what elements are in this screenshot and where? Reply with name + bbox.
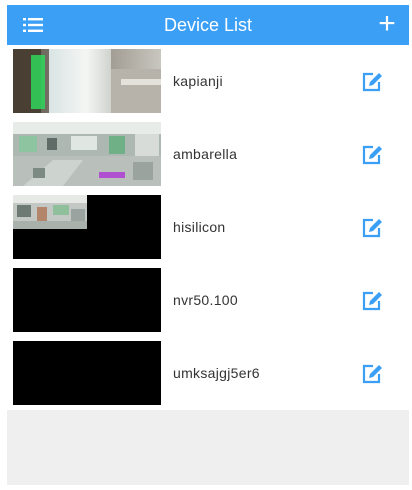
camera-preview-image: [13, 122, 161, 186]
device-thumbnail[interactable]: [13, 268, 161, 332]
edit-icon: [362, 218, 382, 238]
edit-button[interactable]: [361, 363, 383, 385]
device-row-nvr50-100[interactable]: nvr50.100: [7, 264, 409, 337]
device-thumbnail[interactable]: [13, 341, 161, 405]
edit-icon: [362, 291, 382, 311]
app-screen: Device List + kapianji ambarella hisilic…: [7, 5, 409, 485]
edit-button[interactable]: [361, 290, 383, 312]
device-row-kapianji[interactable]: kapianji: [7, 45, 409, 118]
device-thumbnail[interactable]: [13, 122, 161, 186]
device-name: nvr50.100: [173, 292, 238, 308]
edit-icon: [362, 145, 382, 165]
device-name: ambarella: [173, 146, 238, 162]
camera-preview-image: [13, 195, 161, 259]
add-device-button[interactable]: +: [367, 5, 407, 45]
edit-icon: [362, 72, 382, 92]
device-row-hisilicon[interactable]: hisilicon: [7, 191, 409, 264]
page-title: Device List: [163, 15, 253, 35]
edit-button[interactable]: [361, 71, 383, 93]
camera-preview-image: [13, 49, 161, 113]
edit-button[interactable]: [361, 217, 383, 239]
device-row-ambarella[interactable]: ambarella: [7, 118, 409, 191]
device-thumbnail[interactable]: [13, 49, 161, 113]
device-row-umksajgj5er6[interactable]: umksajgj5er6: [7, 337, 409, 410]
device-thumbnail[interactable]: [13, 195, 161, 259]
edit-icon: [362, 364, 382, 384]
device-name: kapianji: [173, 73, 223, 89]
device-name: umksajgj5er6: [173, 365, 260, 381]
header-bar: Device List +: [7, 5, 409, 45]
edit-button[interactable]: [361, 144, 383, 166]
empty-list-area: [7, 410, 409, 485]
device-name: hisilicon: [173, 219, 226, 235]
